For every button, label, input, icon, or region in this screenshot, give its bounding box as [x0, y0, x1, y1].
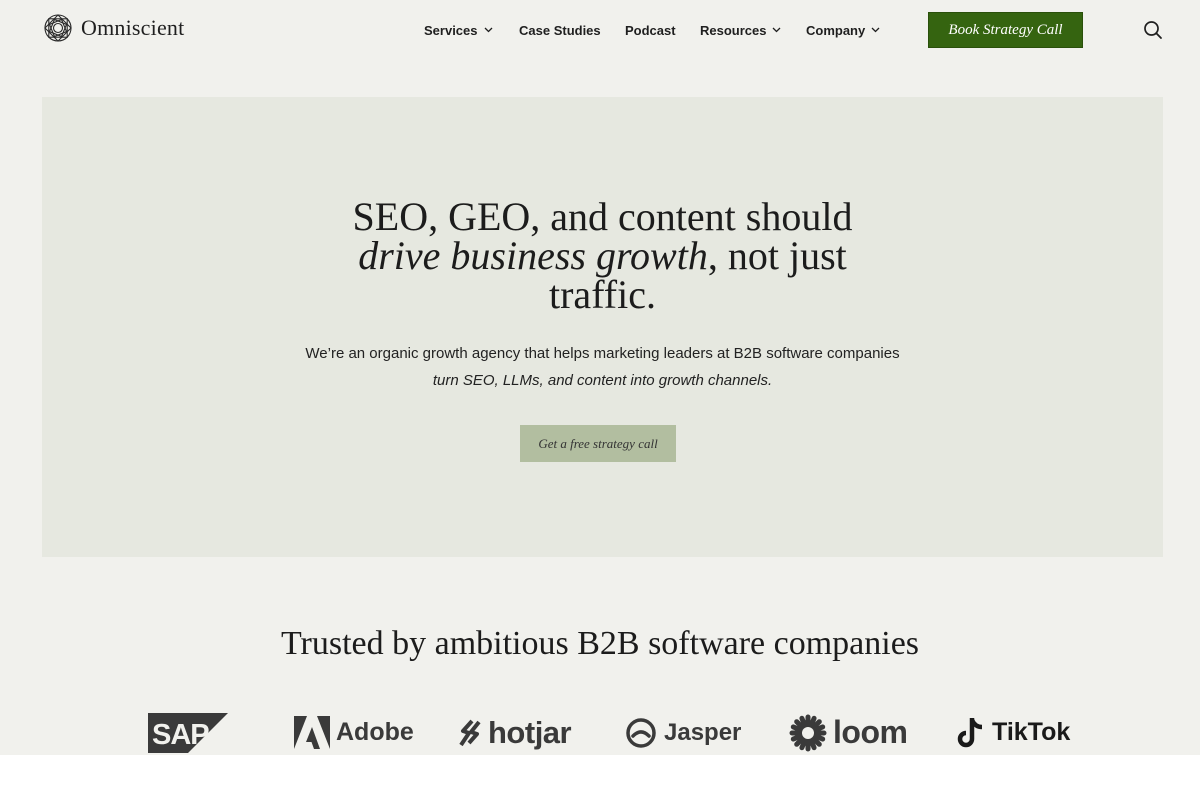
loom-logo: loom [789, 710, 908, 755]
hotjar-logo-text: hotjar [488, 714, 572, 750]
hero-subtitle-line2: turn SEO, LLMs, and content into growth … [432, 372, 773, 389]
hero-title-rest: , not just [707, 233, 847, 278]
nav-item-resources[interactable]: Resources [700, 20, 781, 40]
loom-logo-text: loom [833, 714, 908, 750]
bottom-strip [0, 755, 1200, 800]
hero-title: SEO, GEO, and content should drive busin… [42, 197, 1163, 317]
chevron-down-icon [871, 27, 880, 33]
tiktok-logo: TikTok [956, 710, 1070, 755]
nav-item-label: Case Studies [519, 22, 601, 38]
nav-item-services[interactable]: Services [424, 20, 493, 40]
chevron-down-icon [484, 27, 492, 33]
jasper-logo: Jasper [624, 710, 741, 755]
nav-item-label: Services [424, 22, 478, 38]
nav-item-label: Resources [700, 22, 767, 38]
page: Omniscient Services Case Studies Podcast… [0, 0, 1200, 755]
jasper-icon [626, 717, 656, 748]
search-icon [1144, 21, 1162, 39]
hero-section: SEO, GEO, and content should drive busin… [42, 97, 1163, 557]
sap-logo-mark: SAP [148, 712, 228, 753]
jasper-logo-text: Jasper [664, 718, 742, 746]
nav-item-case-studies[interactable]: Case Studies [519, 20, 601, 40]
search-button[interactable] [1143, 20, 1163, 40]
nav-item-podcast[interactable]: Podcast [625, 20, 676, 40]
hero-subtitle-line1: We’re an organic growth agency that help… [305, 345, 900, 362]
sap-logo-text: SAP [152, 719, 209, 751]
tiktok-logo-text: TikTok [992, 718, 1071, 746]
sap-logo: SAP [148, 710, 228, 755]
trusted-heading: Trusted by ambitious B2B software compan… [280, 625, 920, 662]
book-strategy-call-button[interactable]: Book Strategy Call [928, 12, 1083, 48]
client-logos: SAP Adobe hotjar Jasper loom TikTok [0, 705, 1200, 755]
adobe-logo: Adobe [294, 710, 414, 755]
hero-title-line3: traffic. [549, 272, 656, 317]
nav-item-label: Podcast [625, 22, 676, 38]
loom-icon [789, 714, 827, 751]
adobe-logo-text: Adobe [336, 718, 414, 746]
adobe-icon [294, 716, 330, 749]
hotjar-icon [459, 719, 481, 746]
hotjar-logo: hotjar [458, 710, 572, 755]
nav-item-label: Company [806, 22, 866, 38]
chevron-down-icon [773, 27, 781, 33]
hero-subtitle: We’re an organic growth agency that help… [42, 340, 1163, 394]
tiktok-icon [957, 717, 983, 747]
site-header: Omniscient Services Case Studies Podcast… [0, 0, 1200, 60]
nav-item-company[interactable]: Company [806, 20, 880, 40]
free-strategy-call-button[interactable]: Get a free strategy call [520, 425, 676, 462]
